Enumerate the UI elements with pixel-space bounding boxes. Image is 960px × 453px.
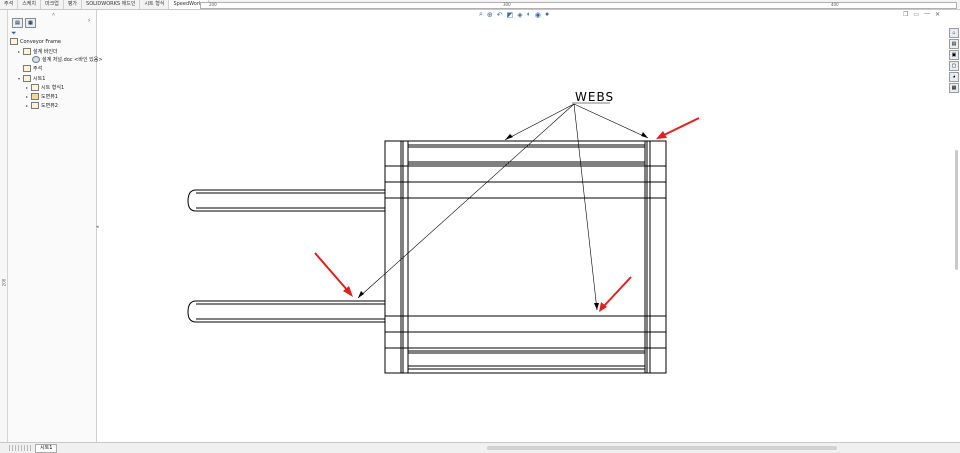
drawing-canvas[interactable]: WEBS — [0, 0, 960, 452]
top-cross-member — [384, 165, 667, 183]
sheet-nav-controls[interactable] — [9, 445, 33, 451]
frame-outline — [384, 140, 667, 374]
webs-note[interactable]: WEBS — [575, 90, 614, 104]
conveyor-frame-view — [187, 140, 667, 374]
status-bar: 시트1 — [0, 442, 960, 453]
top-web — [407, 144, 646, 165]
horizontal-scrollbar[interactable] — [487, 446, 837, 450]
